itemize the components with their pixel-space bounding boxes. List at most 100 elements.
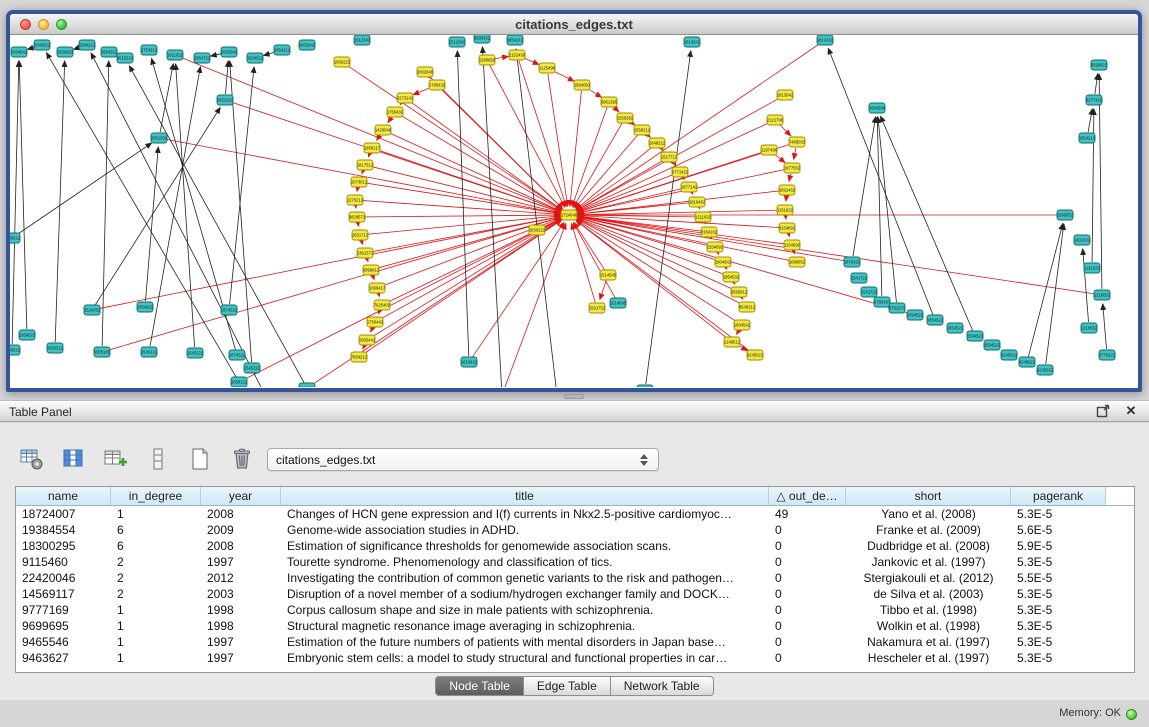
graph-node[interactable]: 1956222 (334, 57, 351, 67)
graph-edge[interactable] (362, 171, 363, 174)
table-cell[interactable]: 0 (769, 634, 846, 650)
graph-node[interactable]: 1874522 (221, 305, 238, 315)
graph-edge[interactable] (573, 123, 622, 207)
graph-node[interactable]: 1545222 (244, 363, 261, 373)
graph-edge[interactable] (145, 147, 158, 301)
table-cell[interactable]: 6 (111, 538, 201, 554)
table-cell[interactable]: Genome-wide association studies in ADHD. (281, 522, 769, 538)
close-panel-icon[interactable]: ✕ (1123, 403, 1139, 419)
graph-node[interactable]: 2073012 (351, 177, 368, 187)
graph-node[interactable]: 1197498 (761, 145, 778, 155)
graph-node[interactable]: 9515222 (117, 53, 134, 63)
graph-edge[interactable] (516, 49, 556, 387)
graph-node[interactable]: 9595912 (731, 287, 748, 297)
table-cell[interactable]: 6 (111, 522, 201, 538)
graph-edge[interactable] (789, 174, 791, 181)
graph-node[interactable]: 1677142 (681, 182, 698, 192)
graph-node[interactable]: 1945622 (10, 233, 21, 243)
graph-edge[interactable] (1095, 74, 1098, 94)
graph-node[interactable]: 2526052 (84, 305, 101, 315)
graph-node[interactable]: 1724046 (561, 210, 578, 220)
graph-node[interactable]: 7485032 (789, 137, 806, 147)
graph-edge[interactable] (794, 148, 796, 159)
float-panel-icon[interactable] (1095, 403, 1111, 419)
graph-edge[interactable] (578, 217, 791, 261)
table-cell[interactable]: Estimation of the future numbers of pati… (281, 634, 769, 650)
table-cell[interactable]: 1997 (201, 634, 281, 650)
graph-edge[interactable] (1103, 304, 1107, 349)
table-cell[interactable]: 9777169 (16, 602, 111, 618)
graph-edge[interactable] (548, 74, 568, 206)
graph-node[interactable]: 1211632 (1084, 263, 1101, 273)
graph-node[interactable]: 9245022 (747, 350, 764, 360)
graph-node[interactable]: 1099652 (789, 257, 806, 267)
network-canvas[interactable]: 1724046200264817854322273141175643214200… (10, 35, 1138, 387)
graph-node[interactable]: 1541722 (861, 287, 878, 297)
graph-edge[interactable] (1083, 249, 1089, 322)
select-columns-icon[interactable] (60, 445, 88, 473)
table-mode-icon[interactable] (18, 445, 46, 473)
table-cell[interactable]: 1 (111, 634, 201, 650)
graph-edge[interactable] (230, 61, 252, 362)
table-cell[interactable]: 1 (111, 650, 201, 666)
graph-edge[interactable] (225, 61, 228, 94)
graph-node[interactable]: 9771422 (672, 167, 689, 177)
graph-node[interactable]: 1420046 (375, 125, 392, 135)
graph-edge[interactable] (1092, 109, 1094, 262)
table-cell[interactable]: 9465546 (16, 634, 111, 650)
graph-edge[interactable] (363, 345, 365, 348)
table-cell[interactable]: 19384554 (16, 522, 111, 538)
column-header-year[interactable]: year (201, 487, 281, 505)
graph-edge[interactable] (362, 241, 363, 245)
graph-node[interactable]: 1816462 (689, 197, 706, 207)
table-cell[interactable]: Yano et al. (2008) (846, 506, 1011, 522)
table-cell[interactable]: 0 (769, 554, 846, 570)
table-cell[interactable]: Wolkin et al. (1998) (846, 618, 1011, 634)
graph-node[interactable]: 2002642 (221, 47, 238, 57)
table-cell[interactable]: 5.9E-5 (1011, 538, 1106, 554)
graph-edge[interactable] (877, 117, 882, 296)
graph-edge[interactable] (742, 297, 743, 299)
table-cell[interactable]: 1 (111, 618, 201, 634)
graph-edge[interactable] (646, 51, 691, 384)
graph-edge[interactable] (577, 98, 780, 211)
delete-table-icon[interactable] (228, 445, 256, 473)
graph-node[interactable]: 6791972 (889, 303, 906, 313)
graph-node[interactable]: 8164162 (701, 227, 718, 237)
graph-node[interactable]: 1934922 (57, 47, 74, 57)
table-row[interactable]: 969969511998Structural magnetic resonanc… (16, 618, 1134, 634)
graph-node[interactable]: 1950512 (47, 343, 64, 353)
graph-node[interactable]: 2121798 (767, 115, 784, 125)
graph-node[interactable]: 1604542 (734, 320, 751, 330)
table-cell[interactable]: 0 (769, 570, 846, 586)
graph-edge[interactable] (98, 217, 560, 309)
graph-edge[interactable] (176, 64, 195, 347)
graph-node[interactable]: 1854532 (723, 272, 740, 282)
graph-node[interactable]: 1541722 (851, 273, 868, 283)
graph-edge[interactable] (91, 53, 262, 387)
graph-edge[interactable] (388, 132, 560, 211)
table-cell[interactable]: 0 (769, 650, 846, 666)
table-cell[interactable]: 18300295 (16, 538, 111, 554)
graph-node[interactable]: 1675422 (844, 257, 861, 267)
create-column-icon[interactable] (102, 445, 130, 473)
table-cell[interactable]: 2 (111, 570, 201, 586)
graph-node[interactable]: 1512342 (354, 35, 371, 45)
table-cell[interactable]: 5.3E-5 (1011, 554, 1106, 570)
table-cell[interactable]: 9115460 (16, 554, 111, 570)
graph-node[interactable]: 1854322 (101, 47, 118, 57)
graph-node[interactable]: 1854212 (1079, 133, 1096, 143)
graph-node[interactable]: 1812422 (817, 35, 834, 45)
graph-node[interactable]: 1604642 (715, 257, 732, 267)
graph-edge[interactable] (364, 220, 562, 354)
graph-edge[interactable] (19, 61, 27, 329)
table-cell[interactable]: de Silva et al. (2003) (846, 586, 1011, 602)
graph-edge[interactable] (55, 61, 64, 342)
graph-node[interactable]: 1558212 (634, 125, 651, 135)
column-header-pagerank[interactable]: pagerank (1011, 487, 1106, 505)
row-options-icon[interactable] (144, 445, 172, 473)
table-cell[interactable]: 1 (111, 602, 201, 618)
graph-node[interactable]: 9245022 (1001, 350, 1018, 360)
graph-node[interactable]: 9245022 (1019, 357, 1036, 367)
graph-edge[interactable] (779, 124, 790, 135)
